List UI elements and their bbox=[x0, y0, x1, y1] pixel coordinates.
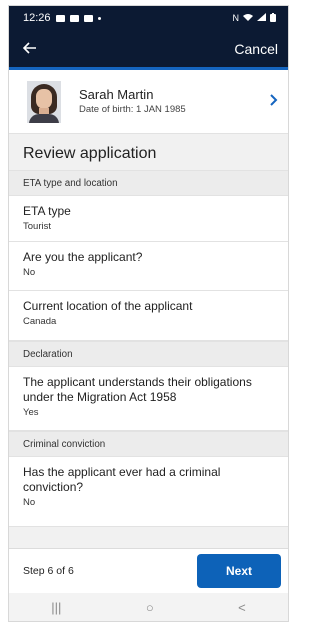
battery-icon bbox=[270, 12, 276, 24]
phone-screen: 12:26 N Cancel Sarah Martin Date of birt… bbox=[9, 6, 288, 621]
system-navigation-bar: ||| ○ < bbox=[9, 593, 288, 621]
field-label: Current location of the applicant bbox=[23, 299, 193, 313]
notification-icon bbox=[83, 14, 93, 22]
cancel-button[interactable]: Cancel bbox=[234, 41, 278, 57]
applicant-name: Sarah Martin bbox=[79, 87, 154, 102]
chevron-right-icon[interactable] bbox=[270, 93, 278, 111]
applicant-card[interactable]: Sarah Martin Date of birth: 1 JAN 1985 bbox=[9, 70, 288, 134]
gallery-icon bbox=[55, 14, 65, 22]
back-arrow-icon[interactable] bbox=[22, 38, 37, 59]
home-icon[interactable]: ○ bbox=[146, 600, 154, 615]
field-value: Canada bbox=[23, 316, 57, 327]
field-value: Tourist bbox=[23, 221, 51, 232]
wifi-icon bbox=[243, 13, 253, 23]
section-header-criminal: Criminal conviction bbox=[9, 431, 288, 457]
back-icon[interactable]: < bbox=[238, 600, 246, 615]
section-header-declaration: Declaration bbox=[9, 341, 288, 367]
recents-icon[interactable]: ||| bbox=[51, 600, 61, 615]
field-label: Has the applicant ever had a criminal co… bbox=[23, 465, 221, 494]
nfc-icon: N bbox=[232, 13, 240, 23]
next-button[interactable]: Next bbox=[197, 554, 281, 588]
applicant-dob: Date of birth: 1 JAN 1985 bbox=[79, 104, 186, 115]
list-item-criminal-conviction: Has the applicant ever had a criminal co… bbox=[9, 457, 288, 527]
field-value: Yes bbox=[23, 407, 39, 418]
cloud-icon bbox=[69, 14, 79, 22]
list-item-are-you-applicant: Are you the applicant? No bbox=[9, 242, 288, 291]
field-label: The applicant understands their obligati… bbox=[23, 375, 252, 404]
status-bar: 12:26 N bbox=[9, 6, 288, 30]
section-header-eta: ETA type and location bbox=[9, 170, 288, 196]
avatar bbox=[27, 80, 61, 123]
field-label: ETA type bbox=[23, 204, 71, 218]
signal-icon bbox=[257, 13, 266, 23]
list-item-declaration: The applicant understands their obligati… bbox=[9, 367, 288, 431]
field-value: No bbox=[23, 267, 36, 278]
field-value: No bbox=[23, 497, 36, 508]
top-app-bar: Cancel bbox=[9, 30, 288, 70]
step-indicator: Step 6 of 6 bbox=[23, 565, 74, 577]
list-item-eta-type: ETA type Tourist bbox=[9, 196, 288, 242]
bottom-action-bar: Step 6 of 6 Next bbox=[9, 548, 288, 593]
status-time: 12:26 bbox=[23, 12, 51, 24]
page-title: Review application bbox=[9, 134, 288, 170]
more-notifications-icon bbox=[97, 16, 101, 20]
field-label: Are you the applicant? bbox=[23, 250, 143, 264]
list-item-current-location: Current location of the applicant Canada bbox=[9, 291, 288, 341]
